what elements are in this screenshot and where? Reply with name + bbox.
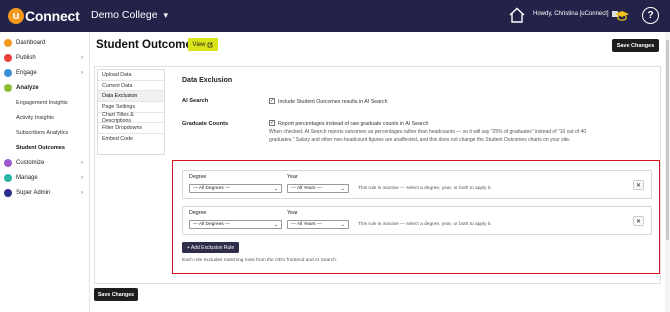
add-exclusion-rule-button[interactable]: + Add Exclusion Rule: [182, 242, 239, 253]
tab-embed-code[interactable]: Embed Code: [98, 134, 164, 145]
tab-data-exclusion[interactable]: Data Exclusion: [98, 91, 164, 103]
tab-current-data[interactable]: Current Data: [98, 81, 164, 92]
degree-label: Degree: [189, 174, 207, 180]
year-label: Year: [287, 174, 298, 180]
sidebar-subitem-engagement-insights[interactable]: Engagement Insights: [16, 100, 68, 106]
sidebar-item-dashboard[interactable]: Dashboard: [0, 36, 90, 50]
user-greeting: Howdy, Christina [uConnect]: [533, 11, 609, 17]
top-bar: u Connect Demo College ▾ Howdy, Christin…: [0, 0, 670, 32]
remove-rule-button[interactable]: ✕: [633, 180, 644, 190]
sidebar-item-super-admin[interactable]: Super Admin ›: [0, 186, 90, 200]
ai-search-text: Include Student Outcomes results in AI S…: [278, 99, 388, 105]
sidebar-item-customize[interactable]: Customize ›: [0, 156, 90, 170]
rule-status: This rule is inactive — select a degree,…: [358, 186, 492, 191]
graduate-counts-checkbox[interactable]: ✓: [269, 120, 275, 126]
dashboard-icon: [4, 39, 12, 47]
sidebar-item-publish[interactable]: Publish ›: [0, 51, 90, 65]
remove-rule-button[interactable]: ✕: [633, 216, 644, 226]
logo-mark: u: [8, 8, 24, 24]
sidebar-subitem-subscribers-analytics[interactable]: Subscribers Analytics: [16, 130, 68, 136]
page-title: Student Outcomes: [96, 39, 199, 51]
year-label: Year: [287, 210, 298, 216]
sidebar-item-analyze[interactable]: Analyze: [0, 81, 90, 95]
sidebar-item-label: Super Admin: [16, 190, 51, 196]
year-select-value: — All Years —: [291, 186, 322, 191]
home-icon[interactable]: [508, 6, 526, 24]
manage-icon: [4, 174, 12, 182]
settings-tabs: Upload Data Current Data Data Exclusion …: [97, 69, 165, 155]
college-switcher[interactable]: Demo College ▾: [91, 9, 168, 21]
analyze-icon: [4, 84, 12, 92]
year-select-value: — All Years —: [291, 222, 322, 227]
save-changes-button-top[interactable]: Save Changes: [612, 39, 659, 52]
sidebar-item-engage[interactable]: Engage ›: [0, 66, 90, 80]
exclusion-rule-card: Degree — All Degrees — ⌄ Year — All Year…: [182, 170, 652, 199]
section-title: Data Exclusion: [182, 77, 233, 84]
sidebar: Dashboard Publish › Engage › Analyze Eng…: [0, 32, 90, 312]
view-label: View: [192, 41, 206, 48]
chevron-down-icon: ⌄: [340, 186, 345, 192]
rule-status: This rule is inactive — select a degree,…: [358, 222, 492, 227]
scrollbar-thumb[interactable]: [666, 40, 669, 240]
chevron-down-icon: ▾: [163, 9, 169, 20]
chevron-right-icon: ›: [81, 175, 83, 181]
graduate-counts-note: When checked, AI Search reports outcomes…: [269, 129, 587, 143]
exclusion-rule-card: Degree — All Degrees — ⌄ Year — All Year…: [182, 206, 652, 235]
chevron-down-icon: ⌄: [340, 222, 345, 228]
uconnect-logo[interactable]: u Connect: [8, 7, 80, 25]
sidebar-item-label: Manage: [16, 175, 38, 181]
ai-search-checkbox[interactable]: ✓: [269, 98, 275, 104]
degree-label: Degree: [189, 210, 207, 216]
degree-select-value: — All Degrees —: [193, 186, 230, 191]
publish-icon: [4, 54, 12, 62]
chevron-right-icon: ›: [81, 70, 83, 76]
engage-icon: [4, 69, 12, 77]
college-name: Demo College: [91, 9, 158, 21]
chevron-right-icon: ›: [81, 55, 83, 61]
chevron-right-icon: ›: [81, 190, 83, 196]
sidebar-subitem-student-outcomes[interactable]: Student Outcomes: [16, 145, 65, 151]
sidebar-item-label: Customize: [16, 160, 45, 166]
chevron-right-icon: ›: [81, 160, 83, 166]
save-changes-button-bottom[interactable]: Save Changes: [94, 288, 138, 301]
customize-icon: [4, 159, 12, 167]
sidebar-item-manage[interactable]: Manage ›: [0, 171, 90, 185]
degree-select[interactable]: — All Degrees — ⌄: [189, 220, 282, 229]
tab-chart-titles[interactable]: Chart Titles & Descriptions: [98, 112, 164, 124]
degree-select-value: — All Degrees —: [193, 222, 230, 227]
sidebar-subitem-activity-insights[interactable]: Activity Insights: [16, 115, 54, 121]
year-select[interactable]: — All Years — ⌄: [287, 220, 349, 229]
help-icon[interactable]: ?: [642, 7, 659, 24]
graduate-counts-text: Report percentages instead of raw gradua…: [278, 121, 429, 127]
ai-search-label: AI Search: [182, 98, 209, 104]
sidebar-item-label: Publish: [16, 55, 36, 61]
sidebar-item-label: Dashboard: [16, 40, 46, 46]
tab-filter-dropdowns[interactable]: Filter Dropdowns: [98, 123, 164, 135]
chevron-down-icon: ⌄: [273, 222, 278, 228]
view-button[interactable]: View: [188, 38, 218, 51]
rules-help-text: Each rule excludes matching rows from th…: [182, 258, 338, 263]
logo-text: Connect: [25, 8, 80, 24]
degree-select[interactable]: — All Degrees — ⌄: [189, 184, 282, 193]
graduation-cap-icon[interactable]: [614, 8, 630, 24]
sidebar-item-label: Analyze: [16, 85, 39, 91]
super-admin-icon: [4, 189, 12, 197]
chevron-down-icon: ⌄: [273, 186, 278, 192]
external-link-icon: [208, 42, 213, 47]
sidebar-item-label: Engage: [16, 70, 37, 76]
graduate-counts-label: Graduate Counts: [182, 121, 229, 127]
user-menu[interactable]: Howdy, Christina [uConnect]: [533, 11, 618, 17]
tab-upload-data[interactable]: Upload Data: [98, 70, 164, 81]
year-select[interactable]: — All Years — ⌄: [287, 184, 349, 193]
